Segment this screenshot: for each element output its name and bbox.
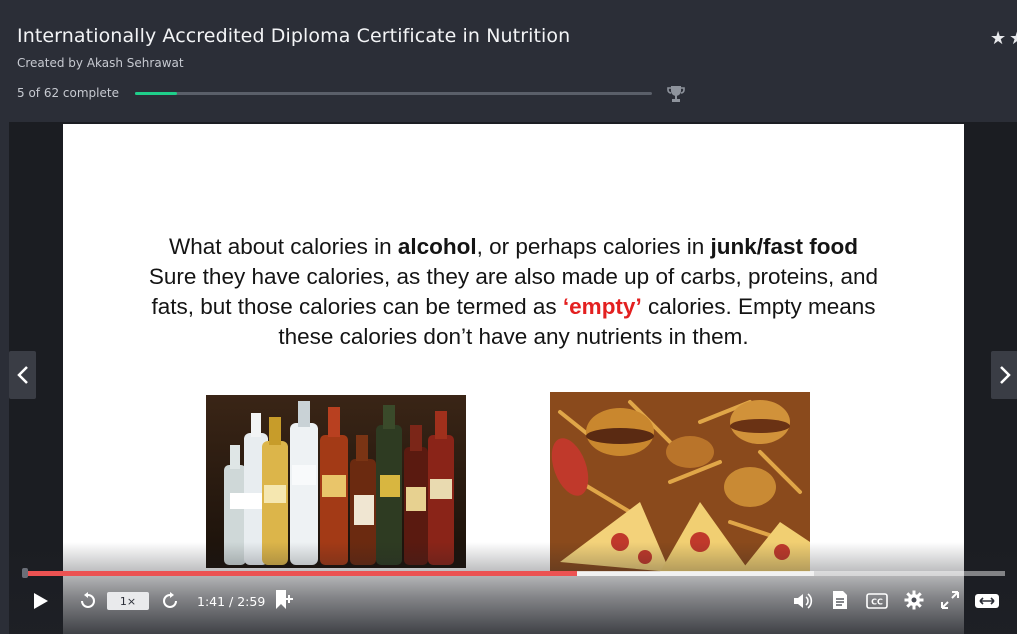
cc-icon: CC (866, 593, 888, 609)
course-author: Created by Akash Sehrawat (17, 56, 184, 70)
next-lecture-button[interactable] (991, 351, 1017, 399)
previous-lecture-button[interactable] (9, 351, 36, 399)
forward-icon (163, 592, 177, 608)
rewind-button[interactable] (77, 590, 99, 612)
bookmark-add-icon (276, 590, 293, 609)
slide-line-4: these calories don’t have any nutrients … (278, 324, 749, 349)
captions-button[interactable]: CC (866, 592, 888, 610)
video-scrubber[interactable] (23, 571, 1005, 576)
add-bookmark-button[interactable] (273, 588, 295, 612)
fullscreen-button[interactable] (939, 589, 961, 611)
empty-highlight: ‘empty’ (562, 294, 642, 319)
rating-stars[interactable]: ★★ (990, 28, 1017, 49)
svg-text:CC: CC (871, 598, 883, 607)
volume-icon (794, 593, 813, 609)
chevron-right-icon (999, 366, 1011, 384)
play-icon (34, 593, 48, 609)
rewind-icon (81, 592, 95, 608)
scrubber-handle[interactable] (22, 568, 28, 578)
fullscreen-icon (941, 591, 959, 609)
trophy-icon[interactable] (666, 84, 686, 104)
scrubber-played (23, 571, 577, 576)
time-display: 1:41 / 2:59 (197, 593, 266, 609)
slide-text: What about calories in alcohol, or perha… (83, 232, 944, 352)
progress-text: 5 of 62 complete (17, 86, 119, 100)
chevron-left-icon (16, 366, 28, 384)
play-button[interactable] (31, 590, 51, 612)
forward-button[interactable] (159, 590, 181, 612)
star-icon[interactable]: ★ (1009, 28, 1017, 49)
star-icon[interactable]: ★ (990, 28, 1009, 49)
expand-view-button[interactable] (973, 592, 1001, 610)
expand-icon (975, 594, 999, 608)
course-progress-bar (135, 92, 652, 95)
slide-line-3: fats, but those calories can be termed a… (151, 294, 876, 319)
slide-line-1: What about calories in alcohol, or perha… (168, 234, 858, 259)
transcript-button[interactable] (830, 588, 850, 612)
controls-overlay (9, 542, 1017, 634)
slide-line-2: Sure they have calories, as they are als… (148, 264, 879, 289)
transcript-icon (833, 591, 847, 609)
course-title: Internationally Accredited Diploma Certi… (17, 25, 571, 47)
settings-button[interactable] (903, 589, 925, 611)
playback-speed-button[interactable]: 1× (107, 592, 149, 610)
course-progress-fill (135, 92, 177, 95)
video-player[interactable]: What about calories in alcohol, or perha… (9, 122, 1017, 634)
volume-button[interactable] (792, 590, 814, 612)
gear-icon (904, 590, 924, 610)
course-header: Internationally Accredited Diploma Certi… (0, 0, 1017, 122)
